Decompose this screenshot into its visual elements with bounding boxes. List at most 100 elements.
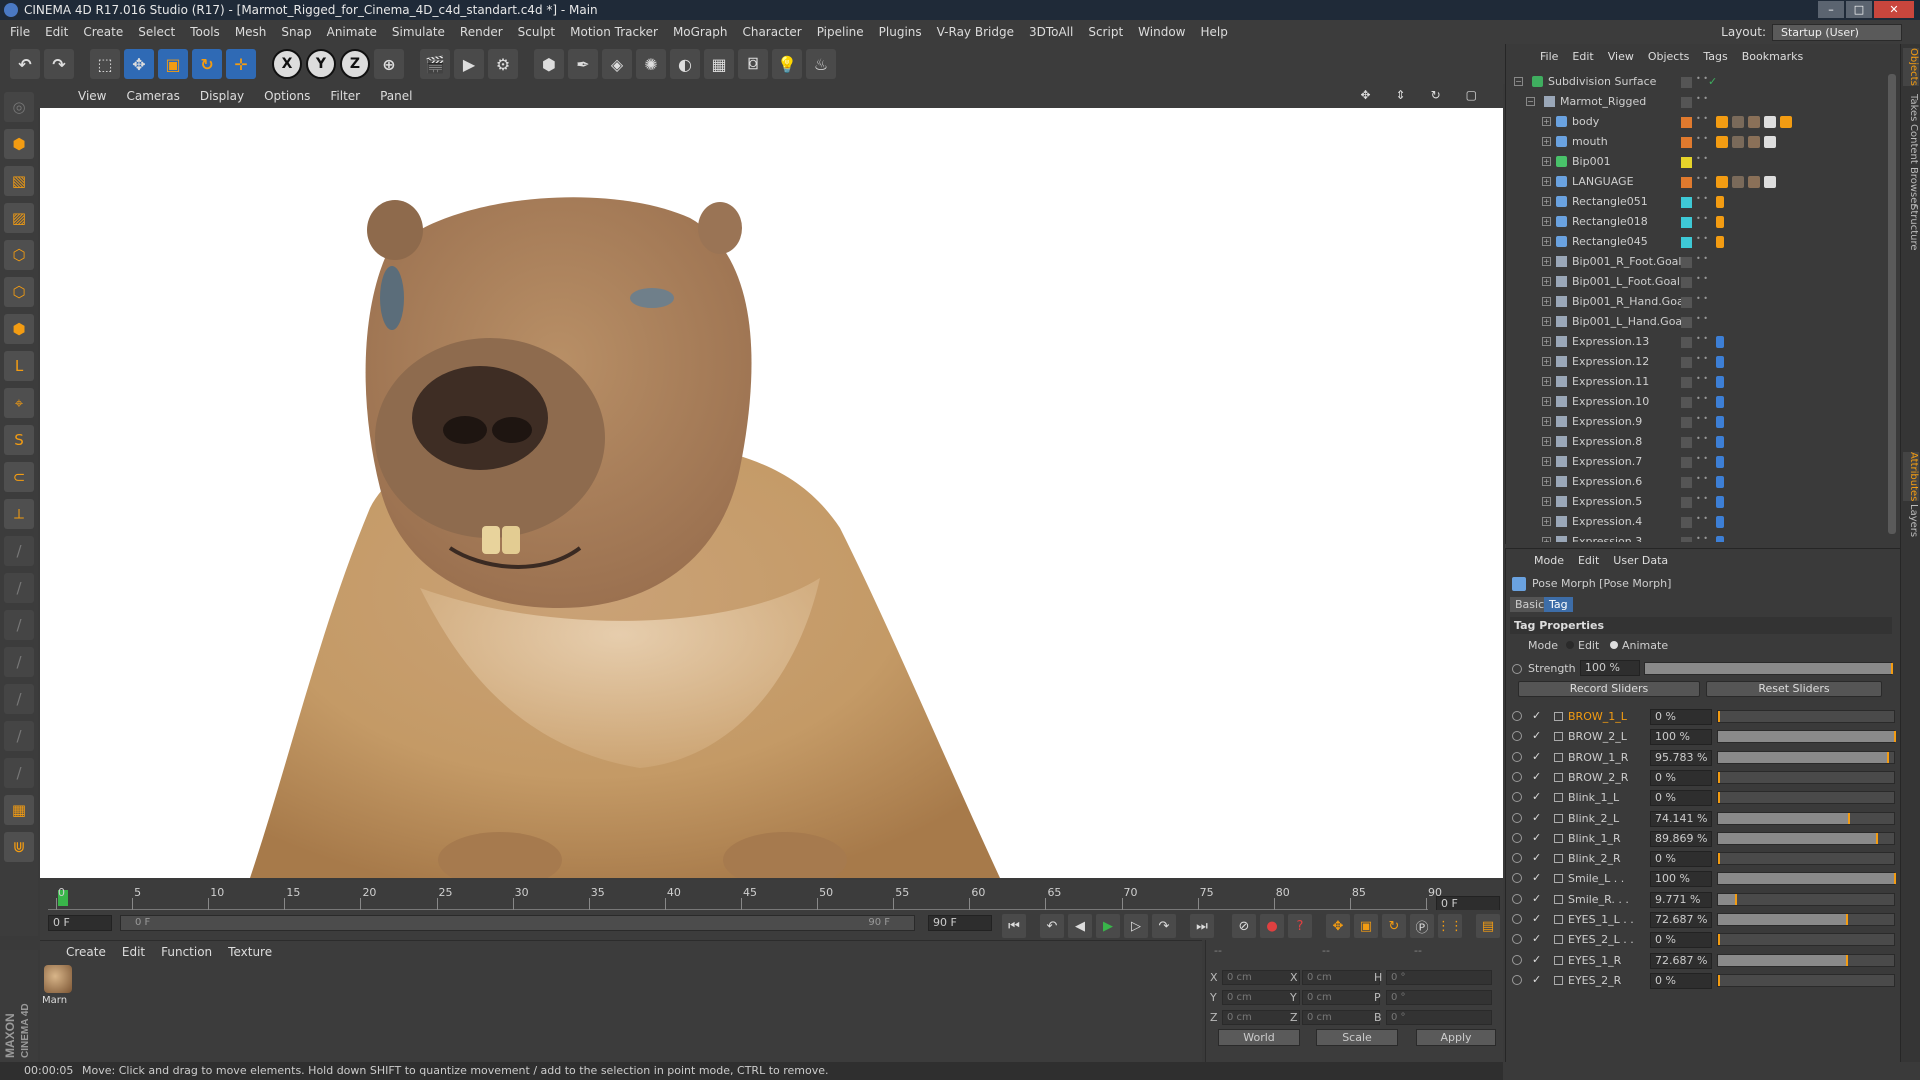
timeline-settings-icon[interactable]: ▤ [1476, 914, 1500, 938]
morph-enable-check-icon[interactable]: ✓ [1532, 973, 1541, 986]
morph-value-field[interactable]: 100 % [1650, 871, 1712, 888]
xpresso-tag-icon[interactable] [1716, 496, 1724, 508]
apply-button[interactable]: Apply [1416, 1029, 1496, 1046]
expand-toggle-icon[interactable]: + [1542, 357, 1551, 366]
expand-toggle-icon[interactable]: + [1542, 257, 1551, 266]
morph-slider[interactable] [1717, 892, 1895, 906]
collapse-toggle-icon[interactable]: − [1526, 97, 1535, 106]
layout-dropdown[interactable]: Startup (User) [1772, 23, 1902, 41]
visibility-dots-icon[interactable]: • • [1696, 95, 1708, 103]
visibility-dots-icon[interactable]: • • [1696, 315, 1708, 323]
menu-item-snap[interactable]: Snap [281, 25, 311, 39]
viewport-menu-cameras[interactable]: Cameras [126, 89, 179, 103]
snap-icon[interactable]: ⊂ [4, 462, 34, 492]
deformer-icon[interactable]: ◐ [670, 49, 700, 79]
layer-color-none-icon[interactable] [1681, 257, 1692, 268]
morph-anim-icon[interactable] [1512, 832, 1522, 843]
morph-enable-check-icon[interactable]: ✓ [1532, 709, 1541, 722]
menu-item-tools[interactable]: Tools [190, 25, 220, 39]
next-frame-icon[interactable]: ▷ [1124, 914, 1148, 938]
x-axis-icon[interactable]: X [272, 49, 302, 79]
morph-anim-icon[interactable] [1512, 873, 1522, 884]
xpresso-tag-icon[interactable] [1716, 356, 1724, 368]
xpresso-tag-icon[interactable] [1716, 436, 1724, 448]
3d-viewport[interactable] [40, 108, 1503, 878]
object-row[interactable]: − Marmot_Rigged • • [1506, 92, 1896, 112]
object-tag-icon[interactable] [1732, 176, 1744, 188]
cloner-icon[interactable]: ✺ [636, 49, 666, 79]
subdivision-icon[interactable]: ◈ [602, 49, 632, 79]
axis-mode-icon[interactable]: L [4, 351, 34, 381]
morph-anim-icon[interactable] [1512, 934, 1522, 945]
object-tag-icon[interactable] [1716, 196, 1724, 208]
side-tab-takes[interactable]: Takes [1903, 94, 1919, 121]
object-row[interactable]: + Bip001_L_Foot.Goal • • [1506, 272, 1896, 292]
layer-color-swatch[interactable] [1681, 217, 1692, 228]
solo-icon[interactable]: S [4, 425, 34, 455]
scale-icon[interactable]: ▣ [158, 49, 188, 79]
expand-toggle-icon[interactable]: + [1542, 477, 1551, 486]
expand-toggle-icon[interactable]: + [1542, 137, 1551, 146]
morph-enable-check-icon[interactable]: ✓ [1532, 932, 1541, 945]
side-tab-objects[interactable]: Objects [1903, 48, 1919, 86]
key-rotation-icon[interactable]: ↻ [1382, 914, 1406, 938]
pan-view-icon[interactable]: ✥ [1360, 88, 1370, 102]
layer-color-none-icon[interactable] [1681, 377, 1692, 388]
viewport-menu-view[interactable]: View [78, 89, 106, 103]
menu-item-edit[interactable]: Edit [45, 25, 68, 39]
layer-color-none-icon[interactable] [1681, 437, 1692, 448]
object-tag-icon[interactable] [1732, 116, 1744, 128]
expand-toggle-icon[interactable]: + [1542, 157, 1551, 166]
expand-toggle-icon[interactable]: + [1542, 197, 1551, 206]
object-row[interactable]: + mouth • • [1506, 132, 1896, 152]
object-tag-icon[interactable] [1732, 136, 1744, 148]
object-tag-icon[interactable] [1748, 176, 1760, 188]
floor-icon[interactable]: ▦ [704, 49, 734, 79]
visibility-dots-icon[interactable]: • • [1696, 475, 1708, 483]
menu-item-create[interactable]: Create [83, 25, 123, 39]
morph-slider[interactable] [1717, 872, 1896, 886]
key-scale-icon[interactable]: ▣ [1354, 914, 1378, 938]
xpresso-tag-icon[interactable] [1716, 456, 1724, 468]
menu-item-pipeline[interactable]: Pipeline [817, 25, 864, 39]
expand-toggle-icon[interactable]: + [1542, 117, 1551, 126]
morph-anim-icon[interactable] [1512, 731, 1522, 742]
visibility-dots-icon[interactable]: • • [1696, 175, 1708, 183]
layer-color-none-icon[interactable] [1681, 417, 1692, 428]
world-coordinates-icon[interactable]: ⊕ [374, 49, 404, 79]
render-view-icon[interactable]: 🎬 [420, 49, 450, 79]
morph-enable-check-icon[interactable]: ✓ [1532, 790, 1541, 803]
z-axis-icon[interactable]: Z [340, 49, 370, 79]
mode-animate-radio[interactable] [1610, 641, 1618, 649]
object-tag-icon[interactable] [1748, 116, 1760, 128]
coord-field-z[interactable]: 0 cm [1302, 1010, 1380, 1025]
menu-item-file[interactable]: File [10, 25, 30, 39]
xpresso-tag-icon[interactable] [1716, 416, 1724, 428]
visibility-dots-icon[interactable]: • • [1696, 495, 1708, 503]
reset-sliders-button[interactable]: Reset Sliders [1706, 681, 1882, 697]
visibility-dots-icon[interactable]: • • [1696, 355, 1708, 363]
autokey-icon[interactable]: ⊘ [1232, 914, 1256, 938]
object-tag-icon[interactable] [1748, 136, 1760, 148]
visibility-dots-icon[interactable]: • • [1696, 255, 1708, 263]
morph-slider[interactable] [1717, 953, 1895, 967]
key-param-icon[interactable]: Ⓟ [1410, 914, 1434, 938]
enabled-check-icon[interactable]: ✓ [1708, 75, 1717, 88]
menu-item-window[interactable]: Window [1138, 25, 1185, 39]
object-row[interactable]: + Rectangle045 • • [1506, 232, 1896, 252]
object-row[interactable]: + LANGUAGE • • [1506, 172, 1896, 192]
xpresso-tag-icon[interactable] [1716, 376, 1724, 388]
morph-value-field[interactable]: 0 % [1650, 932, 1712, 949]
xpresso-tag-icon[interactable] [1716, 476, 1724, 488]
layer-color-swatch[interactable] [1681, 177, 1692, 188]
previous-frame-icon[interactable]: ◀ [1068, 914, 1092, 938]
render-settings-icon[interactable]: ⚙ [488, 49, 518, 79]
key-help-icon[interactable]: ? [1288, 914, 1312, 938]
morph-value-field[interactable]: 74.141 % [1650, 810, 1712, 827]
layer-color-none-icon[interactable] [1681, 97, 1692, 108]
sculpt-inflate-icon[interactable]: / [4, 684, 34, 714]
menu-item-mograph[interactable]: MoGraph [673, 25, 728, 39]
visibility-dots-icon[interactable]: • • [1696, 75, 1708, 83]
morph-value-field[interactable]: 72.687 % [1650, 952, 1712, 969]
object-tag-icon[interactable] [1716, 236, 1724, 248]
